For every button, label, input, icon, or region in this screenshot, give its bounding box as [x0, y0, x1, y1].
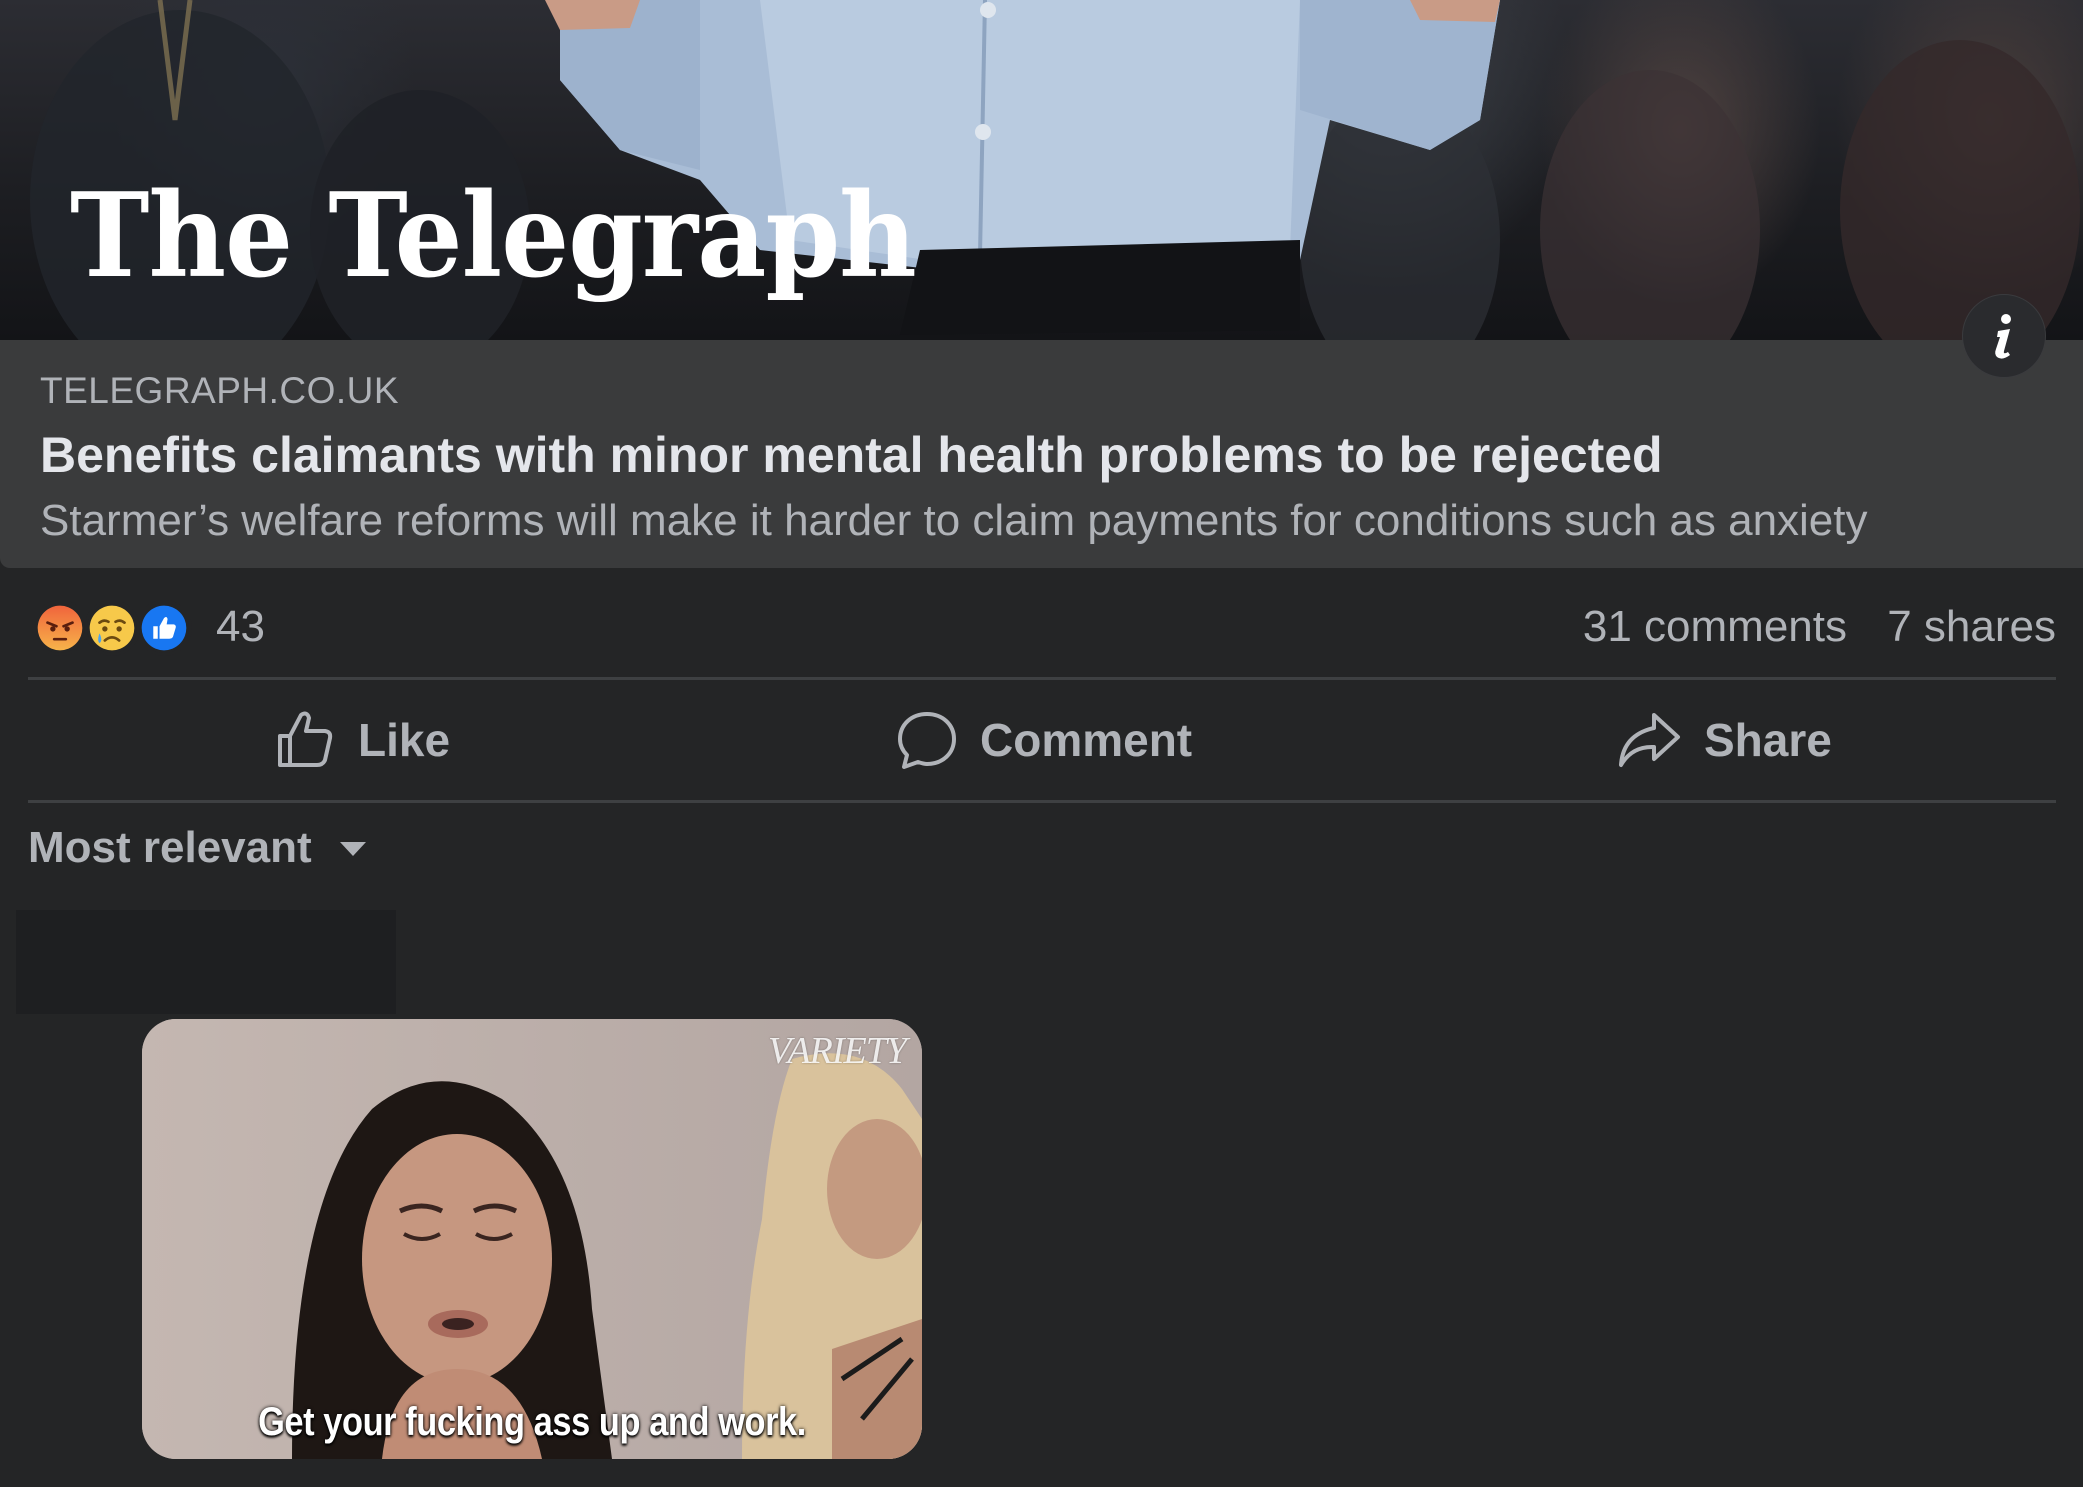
- comment-label: Comment: [980, 714, 1193, 766]
- gif-frame-image: [142, 1019, 922, 1459]
- comment-bubble-icon: [898, 712, 956, 769]
- like-reaction-icon: [136, 600, 192, 656]
- link-preview-card[interactable]: TELEGRAPH.CO.UK Benefits claimants with …: [0, 340, 2083, 568]
- sad-reaction-icon: [84, 600, 140, 656]
- divider: [28, 677, 2056, 680]
- share-arrow-icon: [1619, 713, 1680, 767]
- telegraph-logo: The Telegraph: [70, 168, 917, 304]
- comment-button[interactable]: Comment: [896, 682, 1192, 798]
- reaction-summary[interactable]: [32, 600, 202, 656]
- gif-watermark: VARIETY: [768, 1030, 907, 1072]
- post-stats: 43 31 comments 7 shares: [0, 590, 2083, 662]
- comment-sort-dropdown[interactable]: Most relevant: [28, 820, 368, 876]
- link-title: Benefits claimants with minor mental hea…: [40, 427, 1663, 483]
- caret-down-icon: [339, 842, 366, 856]
- redacted-commenter: [16, 910, 396, 1014]
- gif-caption: Get your fucking ass up and work.: [258, 1400, 806, 1444]
- shares-count[interactable]: 7 shares: [1887, 602, 2056, 652]
- angry-reaction-icon: [32, 600, 88, 656]
- divider: [28, 800, 2056, 803]
- like-label: Like: [358, 714, 451, 766]
- like-button[interactable]: Like: [274, 682, 450, 798]
- reaction-count[interactable]: 43: [216, 602, 265, 652]
- post-action-bar: Like Comment Share: [28, 682, 2056, 798]
- share-label: Share: [1704, 714, 1832, 766]
- comments-count[interactable]: 31 comments: [1583, 602, 1847, 652]
- sort-label: Most relevant: [28, 823, 312, 872]
- next-comment-peek: [180, 1468, 440, 1487]
- article-hero-image[interactable]: The Telegraph: [0, 0, 2083, 340]
- link-domain: TELEGRAPH.CO.UK: [40, 370, 400, 411]
- thumbs-up-icon: [278, 711, 333, 767]
- link-description: Starmer’s welfare reforms will make it h…: [40, 496, 1868, 545]
- ad-info-button[interactable]: [1962, 294, 2046, 378]
- comment-gif[interactable]: VARIETY Get your fucking ass up and work…: [142, 1019, 922, 1459]
- share-button[interactable]: Share: [1616, 682, 1832, 798]
- info-icon: [1995, 314, 2011, 359]
- facebook-post-view: The Telegraph TELEGRAPH.CO.UK Benefits c…: [0, 0, 2083, 1487]
